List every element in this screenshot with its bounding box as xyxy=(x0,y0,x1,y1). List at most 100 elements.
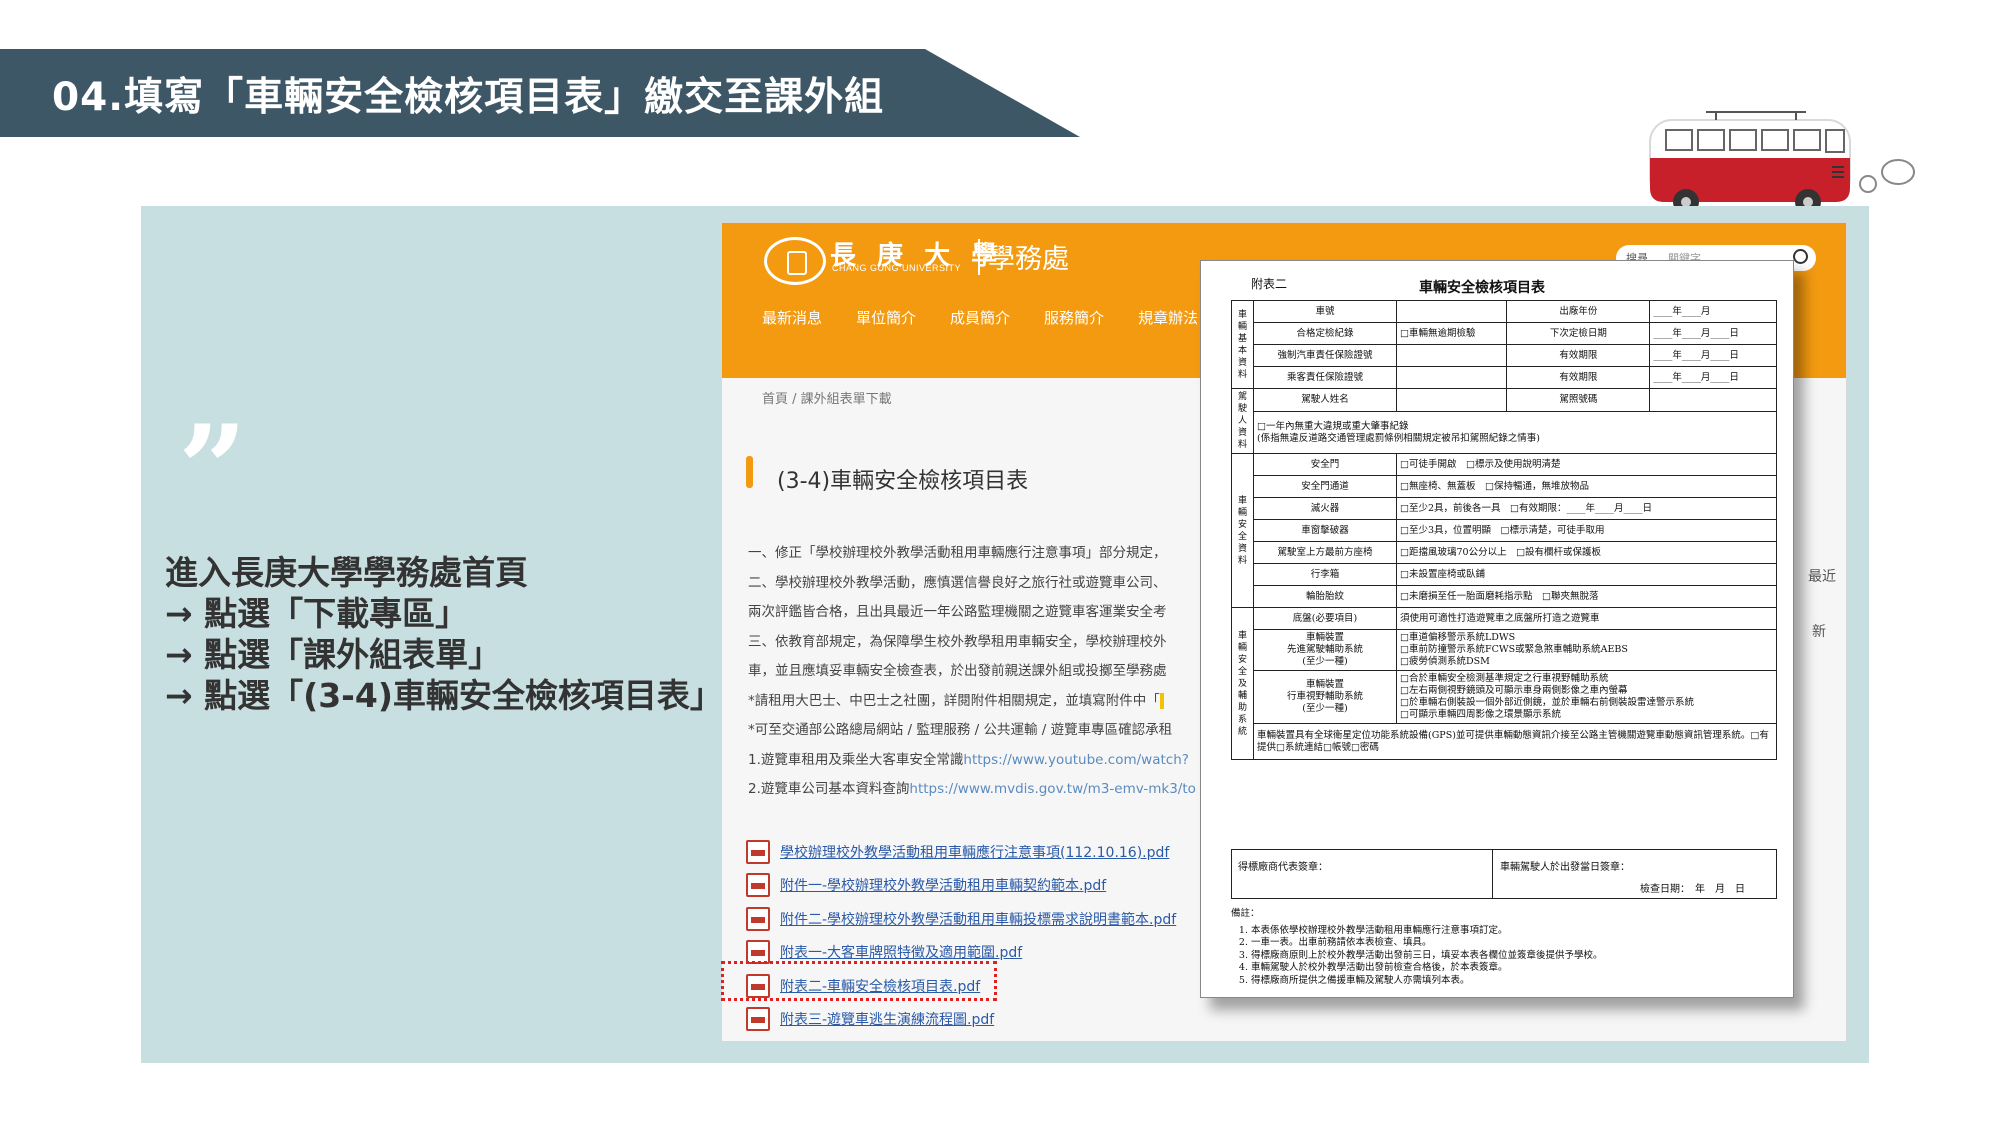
cut-text: 新 xyxy=(1812,624,1826,640)
body-line: *請租用大巴士、中巴士之社團，詳閱附件相關規定，並填寫附件中「 xyxy=(748,687,1196,717)
body-line: 一、修正「學校辦理校外教學活動租用車輛應行注意事項」部分規定， xyxy=(748,545,1167,561)
step-line: → 點選「課外組表單」 xyxy=(165,635,502,674)
highlight-mark xyxy=(1159,692,1165,709)
field-value xyxy=(1395,387,1508,413)
body-line: 2.遊覽車公司基本資料查詢https://www.mvdis.gov.tw/m3… xyxy=(748,775,1196,805)
field-value: □距擋風玻璃70公分以上 □設有欄杆或保護板 xyxy=(1396,541,1777,564)
signature-divider xyxy=(1492,850,1493,898)
field-value: □未設置座椅或臥鋪 xyxy=(1396,563,1777,586)
driver-signature-label: 車輛駕駛人於出發當日簽章： xyxy=(1500,862,1630,873)
bus-illustration xyxy=(1649,111,1915,215)
form-notes: 備註： 本表係依學校辦理校外教學活動租用車輛應行注意事項訂定。 一車一表。出車前… xyxy=(1231,908,1603,987)
note-item: 一車一表。出車前務請依本表檢查、填具。 xyxy=(1251,937,1603,950)
pdf-icon xyxy=(746,873,770,898)
signature-box: 得標廠商代表簽章： 車輛駕駛人於出發當日簽章： 檢查日期： 年 月 日 xyxy=(1231,849,1777,899)
field-label: 出廠年份 xyxy=(1506,300,1651,323)
field-value: 須使用可適性打造遊覽車之底盤所打造之遊覽車 xyxy=(1396,607,1777,630)
dept-name: 學務處 xyxy=(988,244,1069,275)
field-label: 駕照號碼 xyxy=(1506,387,1651,413)
field-value: □至少3具，位置明顯 □標示清楚，可徒手取用 xyxy=(1396,519,1777,542)
file-link[interactable]: 附表一-大客車牌照特徵及適用範圍.pdf xyxy=(780,942,1022,962)
body-line: *可至交通部公路總局網站 / 監理服務 / 公共運輸 / 遊覽車專區確認承租 xyxy=(748,722,1173,738)
nav-item-services[interactable]: 服務簡介 xyxy=(1044,307,1104,328)
checklist-form: 附表二 車輛安全檢核項目表 車輛基本資料 車號 出廠年份 ____年____月 … xyxy=(1200,260,1794,998)
youtube-link[interactable]: https://www.youtube.com/watch? xyxy=(963,752,1189,768)
pdf-icon xyxy=(746,839,770,864)
field-label: 乘客責任保險證號 xyxy=(1253,366,1397,389)
body-line: 三、依教育部規定，為保障學生校外教學租用車輛安全，學校辦理校外 xyxy=(748,633,1167,650)
field-value xyxy=(1395,344,1508,367)
article-title: (3-4)車輛安全檢核項目表 xyxy=(777,469,1029,494)
section-label: 車輛基本資料 xyxy=(1231,300,1254,389)
field-label: 有效期限 xyxy=(1506,344,1651,367)
field-label: 車號 xyxy=(1253,300,1397,323)
field-value: □車道偏移警示系統LDWS □車前防撞警示系統FCWS或緊急煞車輔助系統AEBS… xyxy=(1396,629,1777,671)
field-value: □車輛無逾期檢驗 xyxy=(1395,322,1508,345)
logo-divider xyxy=(978,239,980,275)
file-link[interactable]: 附件二-學校辦理校外教學活動租用車輛投標需求說明書範本.pdf xyxy=(780,909,1176,929)
field-value: □無座椅、無蓋板 □保持暢通，無堆放物品 xyxy=(1396,475,1777,498)
logo-english: CHANG GUNG UNIVERSITY xyxy=(832,263,962,273)
file-link[interactable]: 學校辦理校外教學活動租用車輛應行注意事項(112.10.16).pdf xyxy=(780,842,1169,862)
breadcrumb[interactable]: 首頁 / 課外組表單下載 xyxy=(762,388,892,407)
cut-text: 最近 xyxy=(1808,569,1836,585)
driver-note-line: □一年內無重大違規或重大肇事紀錄 xyxy=(1257,420,1409,432)
file-item[interactable]: 附表三-遊覽車逃生演練流程圖.pdf xyxy=(746,1003,1176,1037)
field-label: 強制汽車責任保險證號 xyxy=(1253,344,1397,367)
file-item[interactable]: 附件一-學校辦理校外教學活動租用車輛契約範本.pdf xyxy=(746,869,1176,903)
section-label: 車輛安全及輔助系統 xyxy=(1231,607,1254,760)
field-label: 車窗擊破器 xyxy=(1253,519,1397,542)
gps-note: 車輛裝置具有全球衛星定位功能系統設備(GPS)並可提供車輛動態資訊介接至公路主管… xyxy=(1253,723,1777,760)
field-value: □合於車輛安全檢測基準規定之行車視野輔助系統 □左右兩側視野鏡頭及可顯示車身兩側… xyxy=(1396,670,1777,724)
field-value xyxy=(1395,300,1508,323)
file-item[interactable]: 附件二-學校辦理校外教學活動租用車輛投標需求說明書範本.pdf xyxy=(746,902,1176,936)
field-value: ____年____月 xyxy=(1649,300,1777,323)
field-label: 車輛裝置 先進駕駛輔助系統 (至少一種) xyxy=(1253,629,1397,671)
body-line-text: *請租用大巴士、中巴士之社團，詳閱附件相關規定，並填寫附件中「 xyxy=(748,692,1160,709)
instruction-steps: 進入長庚大學學務處首頁 → 點選「下載專區」 → 點選「課外組表單」 → 點選「… xyxy=(165,552,723,716)
file-list: 學校辦理校外教學活動租用車輛應行注意事項(112.10.16).pdf 附件一-… xyxy=(746,835,1176,1036)
body-line: 兩次評鑑皆合格，且出具最近一年公路監理機關之遊覽車客運業安全考 xyxy=(748,604,1167,620)
field-value: □可徒手開啟 □標示及使用說明清楚 xyxy=(1396,453,1777,476)
field-value: ____年____月____日 xyxy=(1649,322,1777,345)
body-line: 二、學校辦理校外教學活動，應慎選信譽良好之旅行社或遊覽車公司、 xyxy=(748,574,1167,591)
university-logo-icon[interactable] xyxy=(764,237,826,285)
body-line-text: 1.遊覽車租用及乘坐大客車安全常識 xyxy=(748,751,964,768)
field-label: 駕駛室上方最前方座椅 xyxy=(1253,541,1397,564)
file-item[interactable]: 學校辦理校外教學活動租用車輛應行注意事項(112.10.16).pdf xyxy=(746,835,1176,869)
form-annex: 附表二 xyxy=(1251,277,1288,291)
nav-item-unit[interactable]: 單位簡介 xyxy=(856,307,916,328)
target-highlight-box xyxy=(721,961,997,1001)
mvdis-link[interactable]: https://www.mvdis.gov.tw/m3-emv-mk3/to xyxy=(909,781,1196,797)
field-label: 駕駛人姓名 xyxy=(1253,387,1397,413)
field-value xyxy=(1649,387,1777,413)
section-label: 駕駛人資料 xyxy=(1231,388,1254,454)
field-label: 底盤(必要項目) xyxy=(1253,607,1397,630)
form-title: 車輛安全檢核項目表 xyxy=(1419,280,1545,296)
body-line-text: 2.遊覽車公司基本資料查詢 xyxy=(748,781,910,797)
nav-item-members[interactable]: 成員簡介 xyxy=(950,307,1010,328)
page-title: 04.填寫「車輛安全檢核項目表」繳交至課外組 xyxy=(52,75,885,120)
body-line: 車，並且應填妥車輛安全檢查表，於出發前親送課外組或投擲至學務處 xyxy=(748,663,1167,679)
nav-item-news[interactable]: 最新消息 xyxy=(762,307,822,328)
nav-item-rules[interactable]: 規章辦法 xyxy=(1138,307,1198,328)
section-label: 車輛安全資料 xyxy=(1231,453,1254,608)
field-label: 行李箱 xyxy=(1253,563,1397,586)
form-table: 車輛基本資料 車號 出廠年份 ____年____月 合格定檢紀錄 □車輛無逾期檢… xyxy=(1231,300,1777,760)
search-icon[interactable] xyxy=(1793,249,1808,264)
body-line: 1.遊覽車租用及乘坐大客車安全常識https://www.youtube.com… xyxy=(748,746,1196,776)
step-line: 進入長庚大學學務處首頁 xyxy=(165,553,528,592)
note-item: 得標廠商原則上於校外教學活動出發前三日，填妥本表各欄位並簽章後提供予學校。 xyxy=(1251,950,1603,963)
file-link[interactable]: 附表三-遊覽車逃生演練流程圖.pdf xyxy=(780,1009,994,1029)
heading-accent xyxy=(746,456,753,488)
step-line: → 點選「下載專區」 xyxy=(165,594,469,633)
pdf-icon xyxy=(746,906,770,931)
inspection-date-label: 檢查日期： 年 月 日 xyxy=(1640,884,1745,895)
field-label: 車輛裝置 行車視野輔助系統 (至少一種) xyxy=(1253,670,1397,724)
field-label: 有效期限 xyxy=(1506,366,1651,389)
file-link[interactable]: 附件一-學校辦理校外教學活動租用車輛契約範本.pdf xyxy=(780,875,1106,895)
step-line: → 點選「(3-4)車輛安全檢核項目表」 xyxy=(165,676,723,715)
driver-note-line: (係指無違反道路交通管理處罰條例相關規定被吊扣駕照紀錄之情事) xyxy=(1257,432,1540,444)
pdf-icon xyxy=(746,1007,770,1032)
field-label: 下次定檢日期 xyxy=(1506,322,1651,345)
